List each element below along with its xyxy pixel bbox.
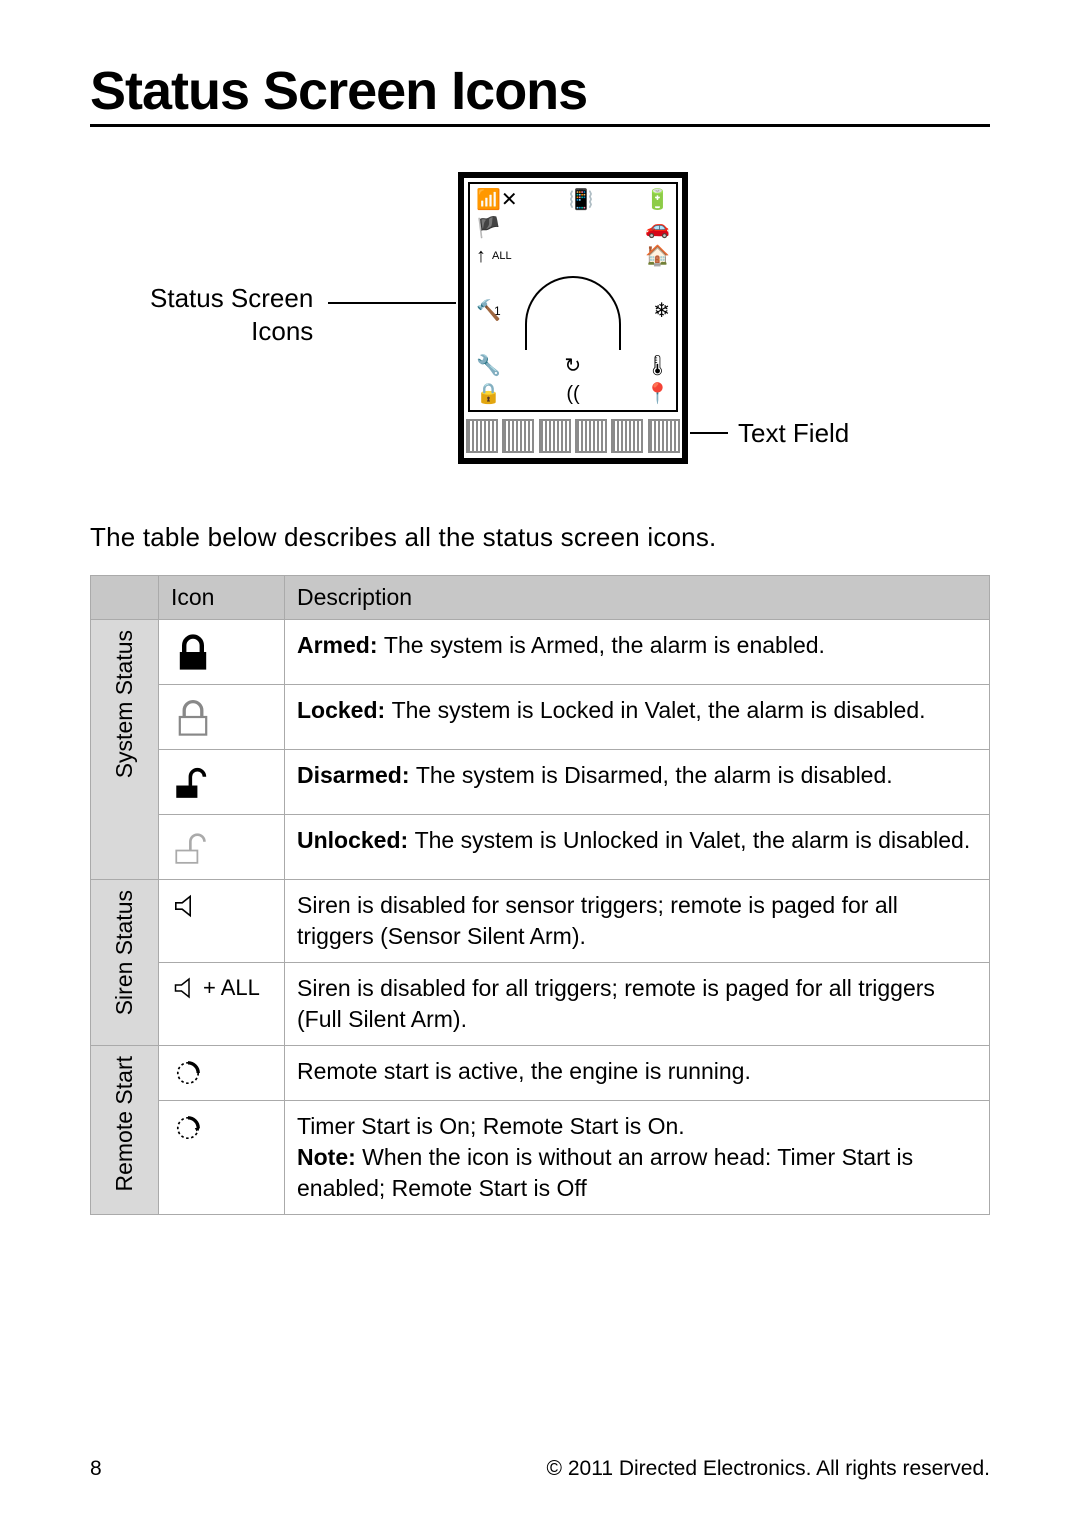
table-row: + ALL Siren is disabled for all triggers… bbox=[91, 963, 990, 1046]
disarmed-lock-icon bbox=[171, 760, 215, 804]
copyright-text: © 2011 Directed Electronics. All rights … bbox=[547, 1457, 990, 1481]
table-row: Siren Status Siren is disabled for senso… bbox=[91, 880, 990, 963]
thermometer-icon: 🌡 bbox=[645, 354, 670, 378]
wave-icon: (( bbox=[566, 382, 579, 406]
siren-all-text: + ALL bbox=[203, 975, 260, 1001]
desc-remote-start: Remote start is active, the engine is ru… bbox=[285, 1046, 990, 1101]
remote-screen-frame: 📶✕ 📳 🔋 🏴 🚗 ↑ ALL 🏠 bbox=[458, 172, 688, 464]
diagram-label-text-field: Text Field bbox=[738, 418, 849, 449]
pin-icon: 📍 bbox=[645, 382, 670, 406]
desc-siren-sensor: Siren is disabled for sensor triggers; r… bbox=[285, 880, 990, 963]
text-field-glyph bbox=[539, 419, 571, 453]
page-flag-icon: 🏴 bbox=[476, 216, 501, 240]
lock-arch-icon bbox=[525, 276, 621, 350]
defrost-icon: ❄︎ bbox=[653, 299, 670, 323]
intro-text: The table below describes all the status… bbox=[90, 522, 990, 553]
garage-icon: 🏠 bbox=[645, 244, 670, 268]
table-row: Timer Start is On; Remote Start is On. N… bbox=[91, 1101, 990, 1215]
armed-lock-icon bbox=[171, 630, 215, 674]
unlocked-lock-icon bbox=[171, 825, 215, 869]
table-row: Locked: The system is Locked in Valet, t… bbox=[91, 685, 990, 750]
text-field-glyph bbox=[611, 419, 643, 453]
arrow-up-icon: ↑ bbox=[476, 244, 486, 268]
text-field-row bbox=[464, 418, 682, 454]
table-row: System Status Armed: The system is Armed… bbox=[91, 620, 990, 685]
siren-all-icon bbox=[171, 973, 201, 1003]
text-field-glyph bbox=[575, 419, 607, 453]
hammer-icon: 🔨 bbox=[476, 299, 501, 323]
car-icon: 🚗 bbox=[645, 216, 670, 240]
callout-line bbox=[328, 302, 456, 304]
siren-icon bbox=[171, 890, 203, 922]
table-row: Remote Start Remote start is active, the… bbox=[91, 1046, 990, 1101]
desc-armed: Armed: The system is Armed, the alarm is… bbox=[285, 620, 990, 685]
desc-timer-start: Timer Start is On; Remote Start is On. N… bbox=[285, 1101, 990, 1215]
desc-siren-all: Siren is disabled for all triggers; remo… bbox=[285, 963, 990, 1046]
status-screen-diagram: Status ScreenIcons 📶✕ 📳 🔋 🏴 🚗 bbox=[90, 172, 990, 472]
desc-unlocked: Unlocked: The system is Unlocked in Vale… bbox=[285, 815, 990, 880]
wrench-icon: 🔧 bbox=[476, 354, 501, 378]
status-icons-table: Icon Description System Status Armed: Th… bbox=[90, 575, 990, 1215]
aux-lock-icon: 🔒 bbox=[476, 382, 501, 406]
manual-page: Status Screen Icons Status ScreenIcons 📶… bbox=[0, 0, 1080, 1537]
category-remote-start: Remote Start bbox=[91, 1046, 159, 1215]
desc-disarmed: Disarmed: The system is Disarmed, the al… bbox=[285, 750, 990, 815]
diagram-label-status-icons: Status ScreenIcons bbox=[150, 282, 313, 347]
callout-line bbox=[690, 432, 728, 434]
screen-icons-grid: 📶✕ 📳 🔋 🏴 🚗 ↑ ALL 🏠 bbox=[470, 184, 676, 410]
all-text: ALL bbox=[492, 251, 512, 262]
page-footer: 8 © 2011 Directed Electronics. All right… bbox=[90, 1457, 990, 1481]
locked-lock-icon bbox=[171, 695, 215, 739]
page-number: 8 bbox=[90, 1457, 102, 1481]
category-siren-status: Siren Status bbox=[91, 880, 159, 1046]
vibrate-icon: 📳 bbox=[569, 188, 594, 212]
category-system-status: System Status bbox=[91, 620, 159, 880]
desc-locked: Locked: The system is Locked in Valet, t… bbox=[285, 685, 990, 750]
battery-icon: 🔋 bbox=[645, 188, 670, 212]
remote-start-icon bbox=[171, 1056, 205, 1090]
text-field-glyph bbox=[502, 419, 534, 453]
page-title: Status Screen Icons bbox=[90, 60, 990, 127]
table-row: Unlocked: The system is Unlocked in Vale… bbox=[91, 815, 990, 880]
text-field-glyph bbox=[466, 419, 498, 453]
text-field-glyph bbox=[648, 419, 680, 453]
timer-start-icon bbox=[171, 1111, 205, 1145]
table-header-description: Description bbox=[285, 576, 990, 620]
signal-icon: 📶✕ bbox=[476, 188, 518, 212]
table-row: Disarmed: The system is Disarmed, the al… bbox=[91, 750, 990, 815]
table-header-icon: Icon bbox=[159, 576, 285, 620]
timer-icon: ↻ bbox=[564, 354, 581, 378]
table-header-blank bbox=[91, 576, 159, 620]
